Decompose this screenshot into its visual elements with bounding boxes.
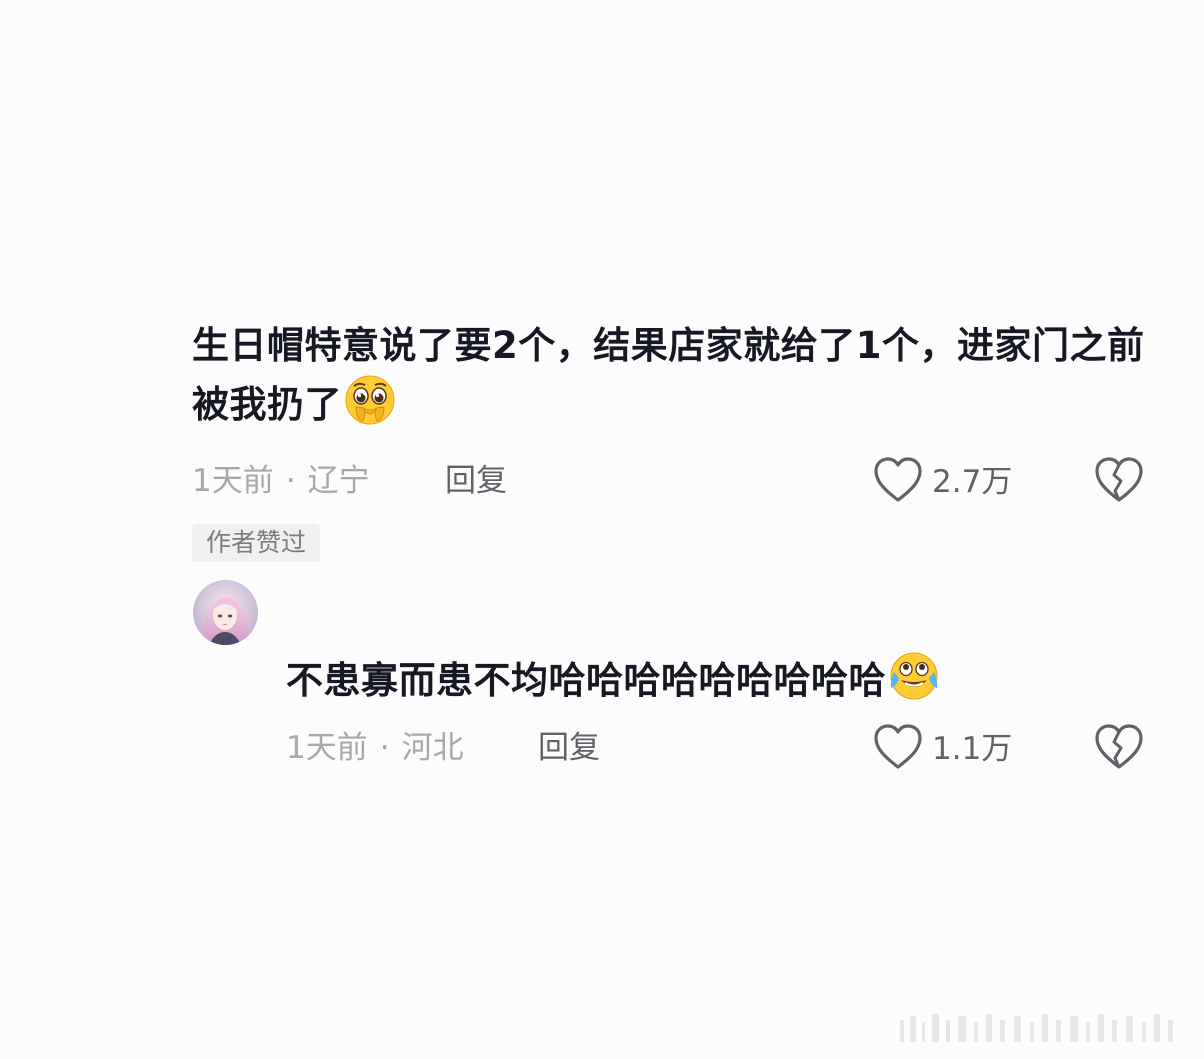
reply-like-count: 1.1万 xyxy=(932,731,1013,767)
reply-text-block: 不患寡而患不均哈哈哈哈哈哈哈哈哈 xyxy=(286,650,1166,718)
like-count: 2.7万 xyxy=(932,464,1013,500)
comment-time: 1天前 xyxy=(192,463,274,499)
reply-time: 1天前 xyxy=(286,730,368,766)
comment-meta: 1天前 · 辽宁 xyxy=(192,461,370,501)
meta-separator: · xyxy=(379,730,390,766)
meta-separator: · xyxy=(285,463,296,499)
reply-reply-button[interactable]: 回复 xyxy=(538,728,600,768)
heart-icon xyxy=(872,722,924,776)
avatar[interactable] xyxy=(193,580,258,645)
heart-icon xyxy=(872,455,924,509)
broken-heart-icon[interactable] xyxy=(1093,455,1145,509)
author-liked-badge: 作者赞过 xyxy=(192,524,321,562)
reply-text: 不患寡而患不均哈哈哈哈哈哈哈哈哈 xyxy=(286,659,886,702)
reply-like-button[interactable]: 1.1万 xyxy=(872,722,1012,776)
broken-heart-icon[interactable] xyxy=(1093,722,1145,776)
watermark-icon xyxy=(900,1012,1190,1050)
like-button[interactable]: 2.7万 xyxy=(872,455,1012,509)
reply-meta: 1天前 · 河北 xyxy=(286,728,464,768)
pleading-face-icon xyxy=(344,374,396,442)
reply-button[interactable]: 回复 xyxy=(445,461,507,501)
reply-location: 河北 xyxy=(401,730,464,766)
comment-text-block: 生日帽特意说了要2个，结果店家就给了1个，进家门之前被我扔了 xyxy=(192,318,1162,442)
laughing-tears-icon xyxy=(888,650,940,718)
comment-location: 辽宁 xyxy=(307,463,370,499)
comment-text: 生日帽特意说了要2个，结果店家就给了1个，进家门之前被我扔了 xyxy=(192,324,1145,426)
